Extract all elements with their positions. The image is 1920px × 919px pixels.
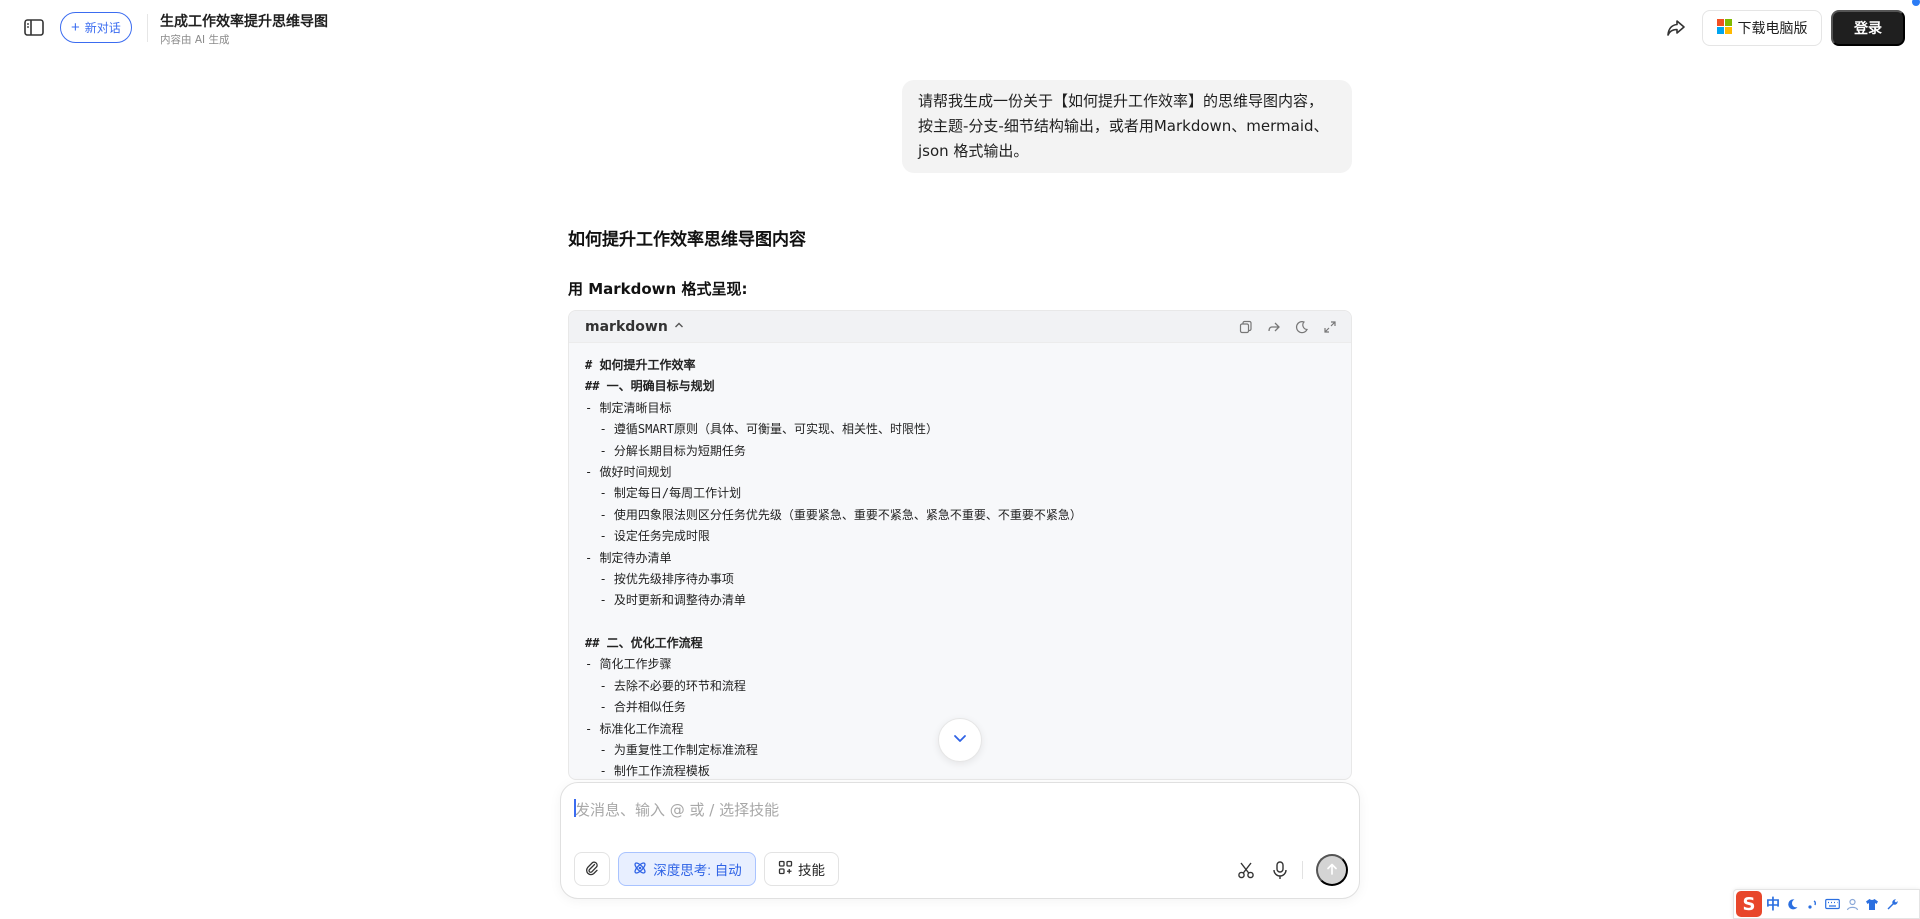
wrench-icon[interactable] bbox=[1884, 896, 1900, 912]
attach-button[interactable] bbox=[574, 852, 610, 886]
keyboard-icon[interactable] bbox=[1824, 896, 1840, 912]
sogou-logo-icon[interactable]: S bbox=[1736, 891, 1762, 917]
shirt-icon[interactable] bbox=[1864, 896, 1880, 912]
code-line: - 按优先级排序待办事项 bbox=[585, 571, 734, 586]
download-desktop-button[interactable]: 下载电脑版 bbox=[1702, 10, 1822, 46]
code-line: - 去除不必要的环节和流程 bbox=[585, 678, 746, 693]
code-line: - 使用四象限法则区分任务优先级（重要紧急、重要不紧急、紧急不重要、不重要不紧急… bbox=[585, 507, 1082, 522]
message-input[interactable] bbox=[575, 797, 1335, 823]
conversation-title: 生成工作效率提升思维导图 bbox=[160, 14, 328, 30]
theme-toggle-icon[interactable] bbox=[1293, 318, 1311, 336]
answer-subtitle: 用 Markdown 格式呈现: bbox=[568, 280, 748, 298]
message-composer: 深度思考: 自动 技能 bbox=[560, 782, 1360, 899]
send-button[interactable] bbox=[1316, 854, 1348, 886]
deep-think-button[interactable]: 深度思考: 自动 bbox=[618, 852, 756, 886]
conversation-subtitle: 内容由 AI 生成 bbox=[160, 34, 230, 46]
text-caret bbox=[574, 799, 576, 817]
ime-mode-toggle[interactable]: 中 bbox=[1766, 894, 1780, 914]
user-icon[interactable] bbox=[1844, 896, 1860, 912]
download-label: 下载电脑版 bbox=[1737, 20, 1808, 36]
share-icon[interactable] bbox=[1664, 16, 1688, 40]
punctuation-icon[interactable] bbox=[1804, 896, 1820, 912]
code-line: - 制作工作流程模板 bbox=[585, 764, 710, 779]
plus-icon: + bbox=[71, 19, 80, 36]
header-divider bbox=[147, 14, 148, 42]
scissors-icon[interactable] bbox=[1235, 859, 1257, 881]
code-line: ## 二、优化工作流程 bbox=[585, 636, 703, 651]
code-block-header: markdown bbox=[569, 311, 1351, 343]
deep-think-label: 深度思考: 自动 bbox=[653, 863, 742, 878]
code-line: - 简化工作步骤 bbox=[585, 657, 672, 672]
copy-icon[interactable] bbox=[1237, 318, 1255, 336]
new-chat-label: 新对话 bbox=[84, 21, 121, 35]
scroll-to-bottom-button[interactable] bbox=[938, 718, 982, 762]
moon-icon[interactable] bbox=[1784, 896, 1800, 912]
share-code-icon[interactable] bbox=[1265, 318, 1283, 336]
code-content: # 如何提升工作效率 ## 一、明确目标与规划 - 制定清晰目标 - 遵循SMART… bbox=[569, 343, 1351, 779]
grid-plus-icon bbox=[778, 860, 793, 878]
code-line: - 制定每日/每周工作计划 bbox=[585, 486, 742, 501]
code-line: - 遵循SMART原则（具体、可衡量、可实现、相关性、时限性） bbox=[585, 422, 939, 437]
code-line: ## 一、明确目标与规划 bbox=[585, 379, 715, 394]
code-line: - 做好时间规划 bbox=[585, 464, 672, 479]
chevron-down-icon bbox=[951, 729, 969, 751]
microphone-icon[interactable] bbox=[1269, 859, 1291, 881]
code-line: - 制定清晰目标 bbox=[585, 400, 672, 415]
ime-toolbar: S 中 bbox=[1733, 889, 1920, 919]
top-header: + 新对话 生成工作效率提升思维导图 内容由 AI 生成 下载电脑版 登录 bbox=[0, 0, 1920, 56]
sidebar-toggle-icon[interactable] bbox=[22, 17, 46, 39]
code-line: - 及时更新和调整待办清单 bbox=[585, 593, 746, 608]
code-line: - 合并相似任务 bbox=[585, 700, 686, 715]
skills-button[interactable]: 技能 bbox=[764, 852, 839, 886]
code-line: - 分解长期目标为短期任务 bbox=[585, 443, 746, 458]
code-line: - 设定任务完成时限 bbox=[585, 529, 710, 544]
code-line: - 制定待办清单 bbox=[585, 550, 672, 565]
code-line: # 如何提升工作效率 bbox=[585, 358, 696, 372]
paperclip-icon bbox=[584, 860, 600, 879]
code-language-toggle[interactable]: markdown bbox=[585, 319, 685, 335]
code-language-label: markdown bbox=[585, 318, 668, 335]
answer-title: 如何提升工作效率思维导图内容 bbox=[568, 230, 806, 250]
code-toolbar bbox=[1237, 318, 1339, 336]
new-chat-button[interactable]: + 新对话 bbox=[60, 12, 132, 43]
composer-divider bbox=[1302, 861, 1303, 879]
arrow-up-icon bbox=[1325, 862, 1339, 879]
code-block: markdown # 如何提升工作效率 ## 一、明确目标与规划 - 制定清晰目标 … bbox=[568, 310, 1352, 780]
user-message-bubble: 请帮我生成一份关于【如何提升工作效率】的思维导图内容，按主题-分支-细节结构输出… bbox=[902, 80, 1352, 173]
atom-icon bbox=[632, 860, 648, 879]
fullscreen-icon[interactable] bbox=[1321, 318, 1339, 336]
login-button[interactable]: 登录 bbox=[1831, 10, 1905, 46]
notification-dot bbox=[1910, 0, 1920, 8]
chevron-up-icon bbox=[673, 319, 685, 335]
skills-label: 技能 bbox=[798, 863, 825, 878]
windows-logo-icon bbox=[1716, 19, 1732, 37]
